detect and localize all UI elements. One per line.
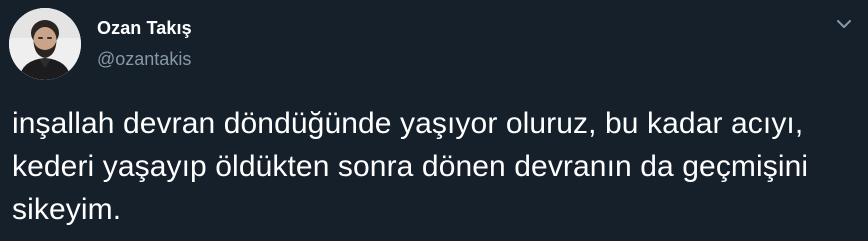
chevron-down-icon[interactable] [834,14,854,34]
avatar-image [9,8,81,80]
author-avatar[interactable] [9,8,81,80]
author-display-name[interactable]: Ozan Takış [97,16,192,40]
tweet-card: Ozan Takış @ozantakis inşallah devran dö… [0,0,868,241]
author-info[interactable]: Ozan Takış @ozantakis [97,16,192,71]
tweet-text: inşallah devran döndüğünde yaşıyor oluru… [12,107,809,226]
author-handle[interactable]: @ozantakis [97,47,192,71]
